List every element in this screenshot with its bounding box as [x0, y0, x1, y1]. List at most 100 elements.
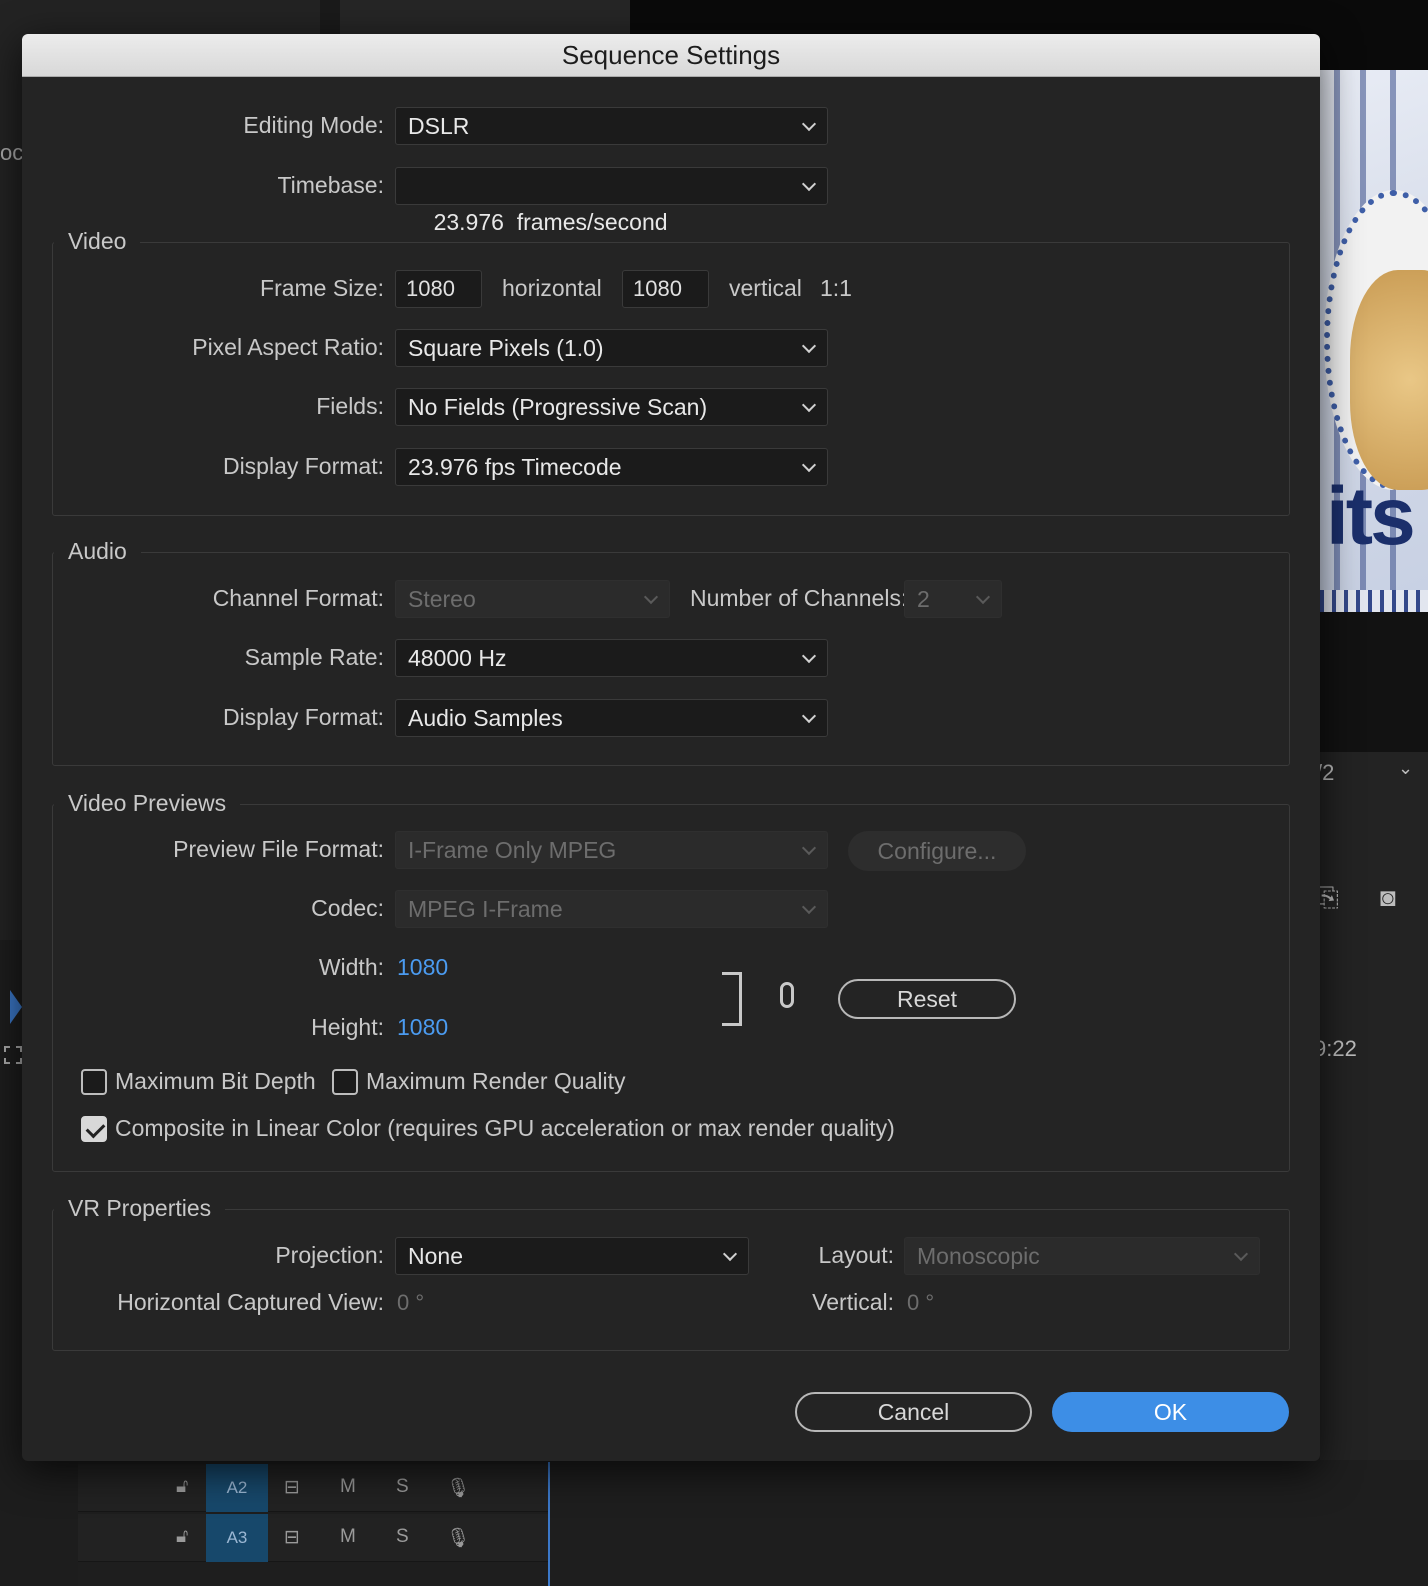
layout-dropdown[interactable]: Monoscopic — [904, 1237, 1260, 1275]
timebase-dropdown[interactable]: 23.976 frames/second — [395, 167, 828, 235]
chevron-down-icon — [975, 581, 991, 617]
track-select-tool-icon[interactable] — [4, 1046, 22, 1064]
track-header-a3: 🔓︎ A3 ⊟ M S 🎙︎ — [78, 1514, 548, 1562]
video-previews-group-title: Video Previews — [54, 790, 241, 817]
fields-label: Fields: — [316, 393, 384, 419]
audio-display-format-dropdown[interactable]: Audio Samples — [395, 699, 828, 737]
sample-rate-dropdown[interactable]: 48000 Hz — [395, 639, 828, 677]
max-render-quality-checkbox[interactable] — [332, 1069, 358, 1095]
chevron-down-icon — [801, 168, 817, 204]
frame-size-label: Frame Size: — [260, 275, 384, 301]
horizontal-captured-view-value: 0 ° — [397, 1290, 425, 1315]
track-name[interactable]: A3 — [206, 1514, 268, 1562]
editing-mode-value: DSLR — [408, 113, 470, 139]
microphone-icon[interactable]: 🎙︎ — [446, 1526, 470, 1550]
linear-color-checkbox[interactable] — [81, 1116, 107, 1142]
editing-mode-label: Editing Mode: — [243, 112, 384, 138]
max-bit-depth-label: Maximum Bit Depth — [115, 1068, 316, 1094]
codec-dropdown[interactable]: MPEG I-Frame — [395, 890, 828, 928]
link-bracket — [722, 972, 742, 1026]
video-display-format-value: 23.976 fps Timecode — [408, 454, 622, 480]
solo-button[interactable]: S — [396, 1476, 409, 1498]
width-value[interactable]: 1080 — [397, 954, 448, 981]
timeline-timecode: 9:22 — [1314, 1036, 1357, 1061]
mute-button[interactable]: M — [340, 1526, 356, 1548]
vertical-view-label: Vertical: — [812, 1289, 894, 1315]
microphone-icon[interactable]: 🎙︎ — [446, 1476, 470, 1500]
num-channels-dropdown[interactable]: 2 — [904, 580, 1002, 618]
playhead[interactable] — [548, 1462, 550, 1586]
vertical-label: vertical — [729, 275, 802, 301]
num-channels-label: Number of Channels: — [690, 585, 908, 611]
lock-icon[interactable]: 🔓︎ — [176, 1526, 188, 1548]
resolution-chevron-icon[interactable]: ⌄ — [1398, 758, 1413, 779]
video-display-format-label: Display Format: — [222, 453, 384, 479]
codec-value: MPEG I-Frame — [408, 896, 563, 922]
horizontal-label: horizontal — [502, 275, 602, 301]
channel-format-dropdown[interactable]: Stereo — [395, 580, 670, 618]
sequence-settings-dialog: Sequence Settings Editing Mode: DSLR Tim… — [22, 34, 1320, 1461]
vr-properties-group — [52, 1209, 1290, 1351]
chevron-down-icon — [801, 330, 817, 366]
chevron-down-icon — [1233, 1238, 1249, 1274]
link-icon[interactable] — [780, 982, 794, 1008]
cancel-button[interactable]: Cancel — [795, 1392, 1032, 1432]
camera-icon[interactable]: ◙ — [1380, 882, 1396, 913]
layout-label: Layout: — [818, 1242, 894, 1268]
pixel-aspect-label: Pixel Aspect Ratio: — [192, 334, 384, 360]
projection-label: Projection: — [275, 1242, 384, 1268]
preview-file-format-label: Preview File Format: — [173, 836, 384, 862]
height-label: Height: — [311, 1014, 384, 1040]
preview-text: its — [1326, 471, 1416, 562]
sync-lock-icon[interactable]: ⊟ — [284, 1526, 300, 1549]
projection-dropdown[interactable]: None — [395, 1237, 749, 1275]
preview-file-format-value: I-Frame Only MPEG — [408, 837, 617, 863]
chevron-down-icon — [643, 581, 659, 617]
selection-tool-icon[interactable] — [10, 990, 22, 1024]
configure-button[interactable]: Configure... — [848, 831, 1026, 871]
chevron-down-icon — [801, 832, 817, 868]
video-display-format-dropdown[interactable]: 23.976 fps Timecode — [395, 448, 828, 486]
projection-value: None — [408, 1243, 463, 1269]
pixel-aspect-value: Square Pixels (1.0) — [408, 335, 604, 361]
height-value[interactable]: 1080 — [397, 1014, 448, 1041]
sync-lock-icon[interactable]: ⊟ — [284, 1476, 300, 1499]
chevron-down-icon — [801, 640, 817, 676]
pixel-aspect-dropdown[interactable]: Square Pixels (1.0) — [395, 329, 828, 367]
fields-dropdown[interactable]: No Fields (Progressive Scan) — [395, 388, 828, 426]
codec-label: Codec: — [311, 895, 384, 921]
mute-button[interactable]: M — [340, 1476, 356, 1498]
chevron-down-icon — [801, 108, 817, 144]
track-name[interactable]: A2 — [206, 1464, 268, 1512]
timebase-label: Timebase: — [277, 172, 384, 198]
vr-properties-group-title: VR Properties — [54, 1195, 226, 1222]
monitor-bottom — [1320, 612, 1428, 752]
chevron-down-icon — [801, 891, 817, 927]
editing-mode-dropdown[interactable]: DSLR — [395, 107, 828, 145]
program-monitor-image: its — [1320, 70, 1428, 612]
preview-file-format-dropdown[interactable]: I-Frame Only MPEG — [395, 831, 828, 869]
ok-button[interactable]: OK — [1052, 1392, 1289, 1432]
width-label: Width: — [318, 954, 384, 980]
fields-value: No Fields (Progressive Scan) — [408, 394, 708, 420]
sample-rate-label: Sample Rate: — [244, 644, 384, 670]
video-group-title: Video — [54, 228, 141, 255]
layout-value: Monoscopic — [917, 1243, 1040, 1269]
timebase-value: 23.976 frames/second — [433, 209, 668, 235]
horizontal-captured-view-label: Horizontal Captured View: — [117, 1289, 384, 1315]
dialog-title: Sequence Settings — [22, 34, 1320, 77]
frame-height-input[interactable]: 1080 — [622, 270, 709, 308]
solo-button[interactable]: S — [396, 1526, 409, 1548]
vertical-view-value: 0 ° — [907, 1290, 935, 1315]
chevron-down-icon — [801, 389, 817, 425]
audio-display-format-label: Display Format: — [222, 704, 384, 730]
reset-button[interactable]: Reset — [838, 979, 1016, 1019]
frame-width-input[interactable]: 1080 — [395, 270, 482, 308]
aspect-ratio-text: 1:1 — [820, 275, 852, 301]
max-render-quality-label: Maximum Render Quality — [366, 1068, 626, 1094]
track-header-a2: 🔓︎ A2 ⊟ M S 🎙︎ — [78, 1464, 548, 1512]
lock-icon[interactable]: 🔓︎ — [176, 1476, 188, 1498]
chevron-down-icon — [801, 449, 817, 485]
export-frame-icon[interactable]: ⎘ — [1318, 882, 1339, 914]
max-bit-depth-checkbox[interactable] — [81, 1069, 107, 1095]
